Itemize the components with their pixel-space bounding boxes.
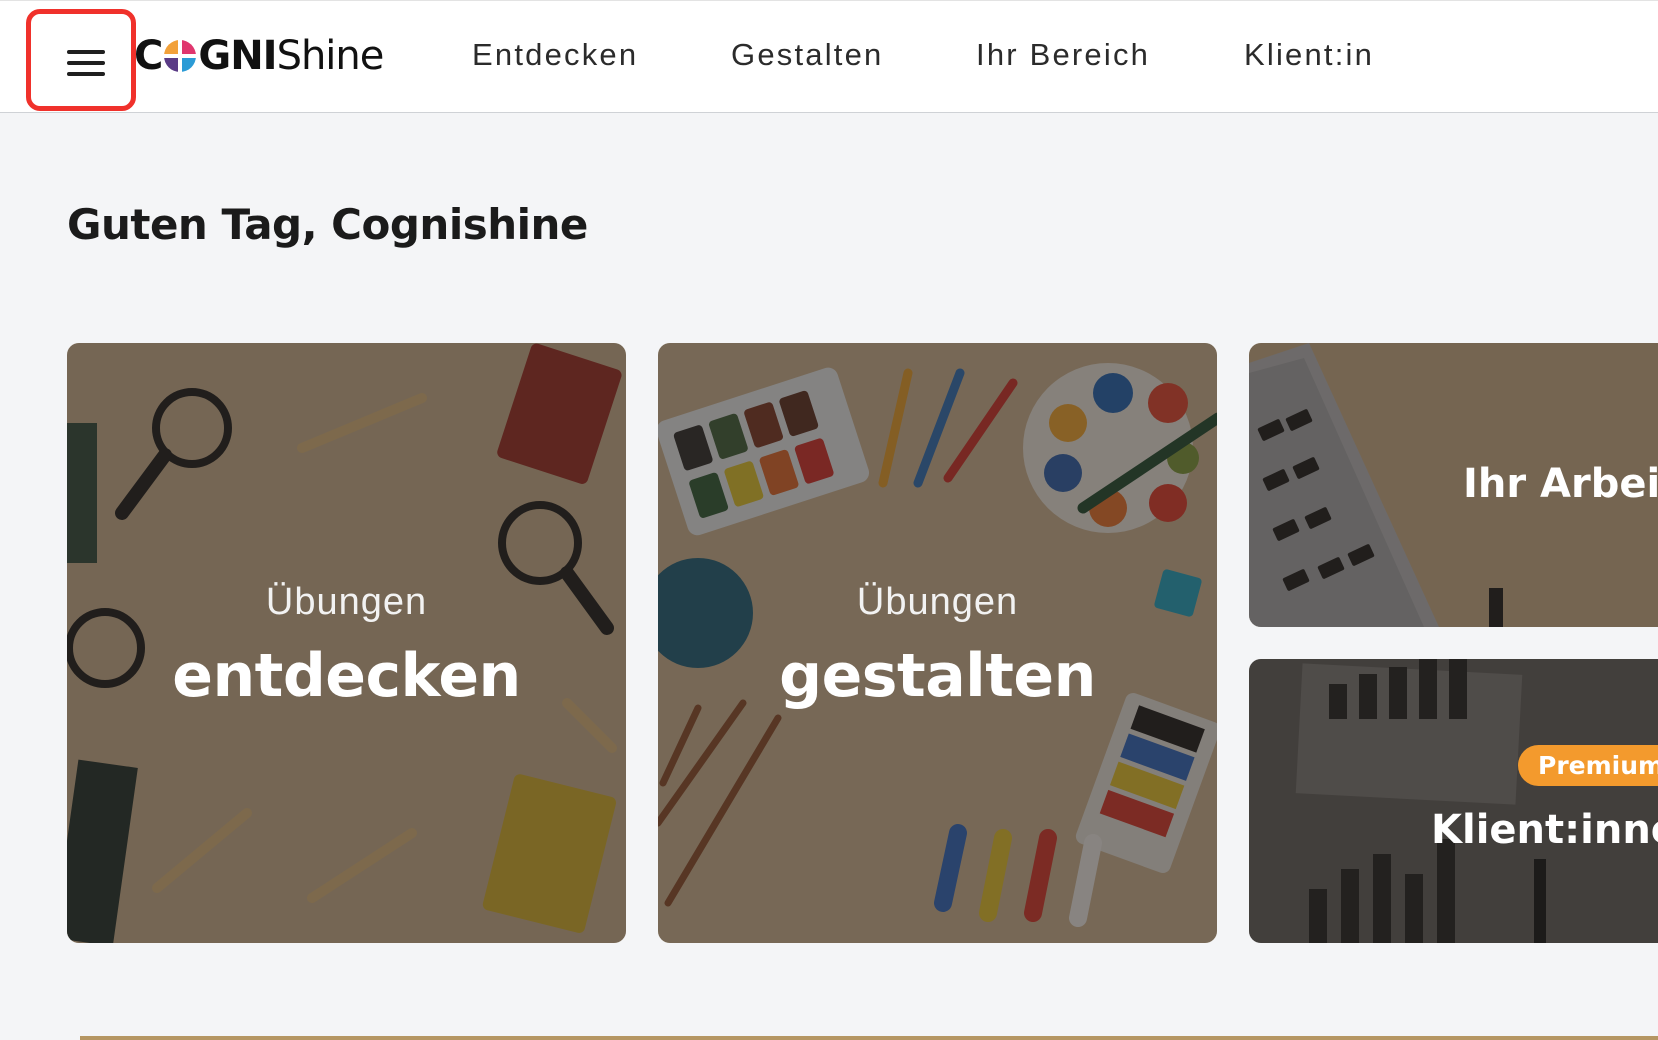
card-subtitle: Übungen	[265, 581, 428, 623]
card-ihr-arbeitsbereich[interactable]: Ihr Arbei	[1249, 343, 1658, 627]
hamburger-menu-icon	[67, 50, 105, 76]
premium-badge: Premium	[1518, 745, 1658, 786]
nav-gestalten[interactable]: Gestalten	[731, 37, 884, 77]
card-uebungen-gestalten[interactable]: Übungen gestalten	[658, 343, 1217, 943]
card-title: Klient:inne	[1431, 807, 1658, 853]
card-klientinnen[interactable]: Premium Klient:inne	[1249, 659, 1658, 943]
top-navigation-bar: C GNI Shine Entdecken Gestalten Ihr Bere…	[0, 0, 1658, 113]
nav-entdecken[interactable]: Entdecken	[472, 37, 638, 77]
next-section-edge	[80, 1036, 1658, 1040]
card-uebungen-entdecken[interactable]: Übungen entdecken	[67, 343, 626, 943]
card-title: Ihr Arbei	[1463, 461, 1658, 507]
hamburger-menu-button[interactable]	[26, 9, 136, 111]
nav-ihr-bereich[interactable]: Ihr Bereich	[976, 37, 1150, 77]
logo-quad-circle-icon	[164, 40, 197, 72]
logo-text-c: C	[134, 33, 163, 79]
greeting-heading: Guten Tag, Cognishine	[67, 200, 588, 249]
card-title: gestalten	[779, 641, 1096, 711]
card-subtitle: Übungen	[856, 581, 1019, 623]
nav-klientin[interactable]: Klient:in	[1244, 37, 1374, 77]
logo-text-shine: Shine	[276, 33, 385, 79]
cognishine-logo[interactable]: C GNI Shine	[134, 31, 385, 81]
logo-text-gni: GNI	[198, 33, 277, 79]
card-title: entdecken	[172, 641, 521, 711]
